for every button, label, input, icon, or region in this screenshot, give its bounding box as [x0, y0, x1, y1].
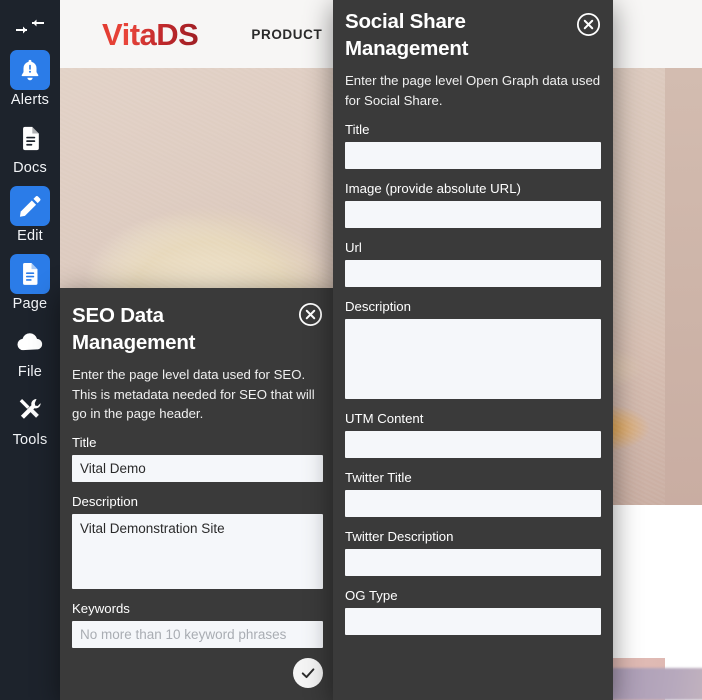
social-og-type-label: OG Type: [345, 587, 398, 603]
social-panel-close-button[interactable]: [576, 12, 601, 37]
social-description-label: Description: [345, 298, 411, 314]
social-panel-description: Enter the page level Open Graph data use…: [345, 73, 601, 108]
sidebar-item-label-alerts: Alerts: [10, 92, 50, 108]
site-logo[interactable]: VitaDS: [102, 19, 199, 50]
seo-panel-description: Enter the page level data used for SEO. …: [72, 367, 315, 421]
tools-icon: [19, 399, 41, 419]
close-icon: [576, 12, 601, 37]
document-icon: [22, 126, 39, 150]
social-panel-body: Social Share Management Enter the page l…: [333, 0, 613, 700]
seo-description-label: Description: [72, 494, 138, 510]
social-title-label: Title: [345, 121, 370, 137]
social-description-textarea[interactable]: [345, 318, 601, 399]
hero-image-right-edge: [665, 68, 702, 505]
seo-panel-body: SEO Data Management Enter the page level…: [60, 288, 335, 700]
page-icon: [23, 263, 38, 285]
seo-data-management-panel: SEO Data Management Enter the page level…: [60, 288, 335, 700]
sidebar-item-page[interactable]: Page: [1, 254, 59, 312]
social-utm-content-input[interactable]: [345, 430, 601, 458]
social-twitter-description-input[interactable]: [345, 548, 601, 576]
seo-panel-title: SEO Data Management: [72, 304, 196, 355]
social-twitter-title-label: Twitter Title: [345, 469, 412, 485]
social-url-input[interactable]: [345, 259, 601, 287]
left-icon-rail: Alerts Docs Edit Page File Tools: [0, 0, 60, 700]
bell-icon: [21, 59, 39, 81]
seo-title-label: Title: [72, 435, 97, 451]
docs-icon-box: [10, 118, 50, 158]
sidebar-item-label-docs: Docs: [13, 160, 47, 176]
seo-keywords-label: Keywords: [72, 601, 130, 617]
alerts-icon-box: [10, 50, 50, 90]
sidebar-item-label-file: File: [17, 364, 43, 380]
cloud-icon: [17, 333, 43, 351]
collapse-arrows-icon: [16, 19, 44, 34]
seo-description-textarea[interactable]: [72, 514, 323, 590]
seo-title-input[interactable]: [72, 455, 323, 483]
social-title-input[interactable]: [345, 141, 601, 169]
social-url-label: Url: [345, 239, 362, 255]
social-share-management-panel: Social Share Management Enter the page l…: [333, 0, 613, 700]
social-image-label: Image (provide absolute URL): [345, 180, 521, 196]
sidebar-item-file[interactable]: File: [1, 322, 59, 380]
page-icon-box: [10, 254, 50, 294]
sidebar-item-edit[interactable]: Edit: [1, 186, 59, 244]
social-twitter-description-label: Twitter Description: [345, 528, 454, 544]
seo-panel-save-button[interactable]: [293, 658, 323, 688]
seo-panel-close-button[interactable]: [298, 302, 323, 327]
social-panel-title: Social Share Management: [345, 10, 469, 61]
tools-icon-box: [10, 390, 50, 430]
check-icon: [301, 668, 315, 679]
file-icon-box: [10, 322, 50, 362]
collapse-sidebar-button[interactable]: [8, 10, 52, 44]
close-icon: [298, 302, 323, 327]
sidebar-item-label-edit: Edit: [17, 228, 43, 244]
app-root: VitaDS PRODUCT STYLEGUIDE: [0, 0, 702, 700]
social-og-type-input[interactable]: [345, 607, 601, 635]
pencil-icon: [19, 196, 41, 217]
social-utm-content-label: UTM Content: [345, 410, 424, 426]
sidebar-item-tools[interactable]: Tools: [1, 390, 59, 448]
nav-item-product[interactable]: PRODUCT: [251, 27, 322, 42]
social-image-input[interactable]: [345, 200, 601, 228]
edit-icon-box: [10, 186, 50, 226]
sidebar-item-alerts[interactable]: Alerts: [1, 50, 59, 108]
sidebar-item-docs[interactable]: Docs: [1, 118, 59, 176]
sidebar-item-label-page: Page: [12, 296, 48, 312]
page-section-purple: [605, 668, 702, 700]
seo-keywords-input[interactable]: [72, 621, 323, 649]
sidebar-item-label-tools: Tools: [12, 432, 48, 448]
social-twitter-title-input[interactable]: [345, 489, 601, 517]
